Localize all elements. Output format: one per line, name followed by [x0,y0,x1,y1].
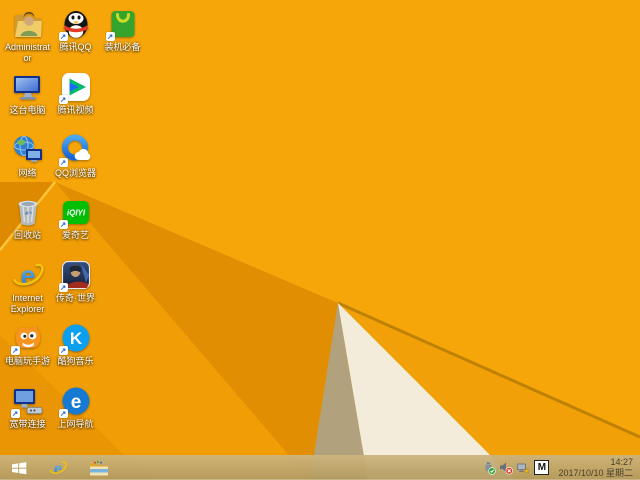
network-status-warning-icon[interactable] [515,460,530,475]
clock-date: 2017/10/10 星期二 [558,468,633,479]
recycle-bin-icon [12,196,44,228]
shortcut-arrow-icon: ↗ [59,346,68,355]
user-folder-icon [12,8,44,40]
desktop-icon-label: 网络 [4,168,51,179]
broadband-devices-icon: ↗ [12,385,44,417]
desktop-icon-label: 上网导航 [52,419,99,430]
orange-monster-icon: ↗ [12,322,44,354]
desktop-icon-tencent-qq[interactable]: ↗ 腾讯QQ [52,8,99,53]
desktop-icon-administrator[interactable]: Administrator [4,8,51,63]
desktop-icon-label: 宽带连接 [4,419,51,430]
shortcut-arrow-icon: ↗ [11,409,20,418]
desktop-surface[interactable]: Administrator ↗ 腾讯QQ ↗ 装机必备 [0,0,640,480]
shortcut-arrow-icon: ↗ [106,32,115,41]
windows-logo-icon [11,461,27,475]
desktop-icon-label: Administrator [4,42,51,63]
green-bag-icon: ↗ [107,8,139,40]
volume-muted-icon[interactable] [498,460,513,475]
desktop-icon-web-navigation[interactable]: e ↗ 上网导航 [52,385,99,430]
internet-explorer-icon: e [12,259,44,291]
desktop-icon-label: Internet Explorer [4,293,51,314]
desktop-icon-this-pc[interactable]: 这台电脑 [4,71,51,116]
blue-e-circle-icon: e ↗ [60,385,92,417]
game-warrior-icon: ↗ [60,259,92,291]
computer-icon [12,71,44,103]
svg-text:K: K [69,329,82,348]
qq-penguin-icon: ↗ [60,8,92,40]
ring-cloud-icon: ↗ [60,134,92,166]
desktop-icon-broadband-connection[interactable]: ↗ 宽带连接 [4,385,51,430]
system-tray: M 14:27 2017/10/10 星期二 [481,457,640,478]
desktop-icon-legend-world-game[interactable]: ↗ 传奇·世界 [52,259,99,304]
desktop-icon-pc-mobile-games[interactable]: ↗ 电脑玩手游 [4,322,51,367]
desktop-icon-label: QQ浏览器 [52,168,99,179]
iqiyi-logo-icon: iQIYI ↗ [60,196,92,228]
svg-text:iQIYI: iQIYI [66,209,85,218]
file-explorer-icon [89,460,109,476]
play-logo-icon: ↗ [60,71,92,103]
desktop-icon-label: 装机必备 [99,42,146,53]
shortcut-arrow-icon: ↗ [59,220,68,229]
desktop-icon-tencent-video[interactable]: ↗ 腾讯视频 [52,71,99,116]
desktop-icon-qq-browser[interactable]: ↗ QQ浏览器 [52,134,99,179]
desktop-icon-label: 电脑玩手游 [4,356,51,367]
desktop-icon-network[interactable]: 网络 [4,134,51,179]
desktop-icon-internet-explorer[interactable]: e Internet Explorer [4,259,51,314]
desktop-icon-label: 传奇·世界 [52,293,99,304]
shortcut-arrow-icon: ↗ [11,346,20,355]
clock-time: 14:27 [558,457,633,468]
safely-remove-hardware-icon[interactable] [481,460,496,475]
desktop-icon-label: 回收站 [4,230,51,241]
taskbar-internet-explorer-button[interactable]: e [38,455,78,480]
svg-text:e: e [70,392,81,413]
desktop-icon-label: 这台电脑 [4,105,51,116]
start-button[interactable] [0,455,38,480]
desktop-icon-label: 腾讯视频 [52,105,99,116]
taskbar-clock[interactable]: 14:27 2017/10/10 星期二 [553,457,637,478]
desktop-icon-label: 酷狗音乐 [52,356,99,367]
kugou-k-icon: K ↗ [60,322,92,354]
taskbar-file-explorer-button[interactable] [78,455,120,480]
desktop-icon-essential-software[interactable]: ↗ 装机必备 [99,8,146,53]
globe-network-icon [12,134,44,166]
desktop-icon-label: 爱奇艺 [52,230,99,241]
desktop-icon-iqiyi[interactable]: iQIYI ↗ 爱奇艺 [52,196,99,241]
shortcut-arrow-icon: ↗ [59,409,68,418]
shortcut-arrow-icon: ↗ [59,95,68,104]
svg-text:e: e [54,460,62,477]
shortcut-arrow-icon: ↗ [59,158,68,167]
desktop-icon-kugou-music[interactable]: K ↗ 酷狗音乐 [52,322,99,367]
shortcut-arrow-icon: ↗ [59,32,68,41]
svg-text:e: e [20,261,35,291]
desktop-icon-recycle-bin[interactable]: 回收站 [4,196,51,241]
ime-indicator[interactable]: M [534,460,549,475]
desktop-icon-label: 腾讯QQ [52,42,99,53]
taskbar: e [0,455,640,480]
internet-explorer-icon: e [49,459,67,477]
shortcut-arrow-icon: ↗ [59,283,68,292]
